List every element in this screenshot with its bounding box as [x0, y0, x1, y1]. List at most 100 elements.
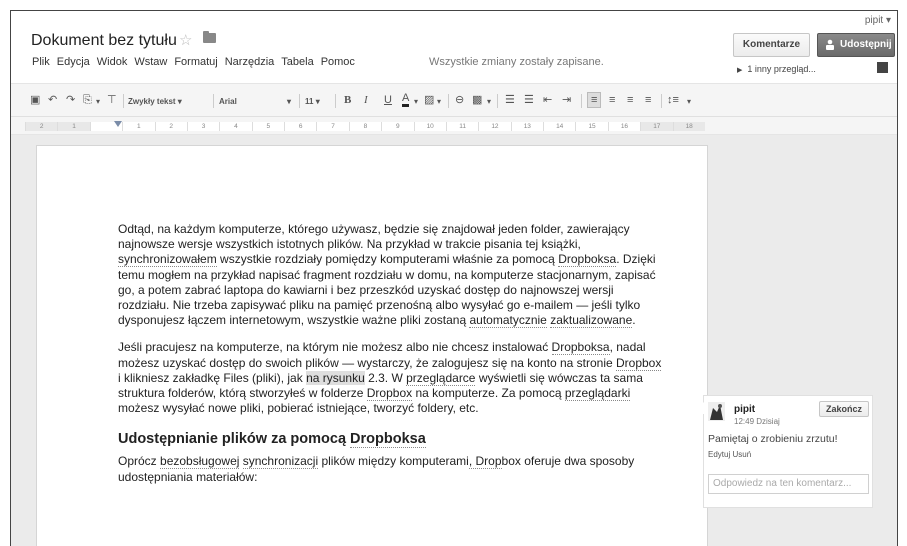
font-size-select[interactable]: 11 ▾: [305, 95, 320, 109]
chevron-down-icon[interactable]: ▾: [96, 95, 100, 109]
ruler-tick: 11: [445, 122, 479, 131]
text-run: możesz wysyłać nowe pliki, pobierać istn…: [118, 401, 479, 416]
chevron-down-icon[interactable]: ▾: [487, 95, 491, 109]
revisions-label: 1 inny przegląd...: [747, 64, 816, 74]
paragraph[interactable]: Odtąd, na każdym komputerze, którego uży…: [118, 222, 663, 329]
menu-format[interactable]: Formatuj: [174, 56, 217, 68]
text-run: Oprócz: [118, 454, 161, 469]
menu-tools[interactable]: Narzędzia: [225, 56, 275, 68]
comment-card[interactable]: pipit 12:49 Dzisiaj Zakończ Pamiętaj o z…: [692, 395, 873, 508]
image-icon[interactable]: ▩: [472, 93, 482, 107]
align-justify-icon[interactable]: ≡: [645, 93, 651, 107]
spellcheck-word[interactable]: Dropbox: [366, 386, 413, 402]
highlight-color-button[interactable]: ▨: [424, 93, 434, 107]
document-title[interactable]: Dokument bez tytułu: [31, 32, 177, 50]
ruler-tick: 16: [607, 122, 641, 131]
separator: [497, 94, 498, 108]
chevron-down-icon[interactable]: ▾: [287, 95, 291, 109]
ruler-tick: 2: [25, 122, 58, 131]
ruler-tick: 1: [57, 122, 90, 131]
decrease-indent-icon[interactable]: ⇤: [543, 93, 552, 107]
resolve-button[interactable]: Zakończ: [819, 401, 869, 417]
undo-icon[interactable]: ↶: [48, 93, 57, 107]
align-right-icon[interactable]: ≡: [627, 93, 633, 107]
comments-button[interactable]: Komentarze: [733, 33, 810, 57]
print-icon[interactable]: ▣: [30, 93, 40, 107]
line-spacing-icon[interactable]: ↕≡: [667, 93, 679, 107]
numbered-list-icon[interactable]: ☰: [505, 93, 515, 107]
paragraph[interactable]: Jeśli pracujesz na komputerze, na którym…: [118, 340, 663, 416]
menu-help[interactable]: Pomoc: [321, 56, 355, 68]
spellcheck-word[interactable]: Dropboksa: [350, 431, 426, 449]
spellcheck-word[interactable]: zaktualizowane: [550, 313, 633, 329]
align-center-icon[interactable]: ≡: [609, 93, 615, 107]
paragraph[interactable]: Oprócz bezobsługowej synchronizacji plik…: [118, 454, 663, 484]
separator: [661, 94, 662, 108]
font-select[interactable]: Arial: [219, 95, 237, 109]
section-heading[interactable]: Udostępnianie plików za pomocą Dropboksa: [118, 430, 663, 449]
spellcheck-word[interactable]: automatycznie: [469, 313, 547, 329]
folder-icon[interactable]: [203, 31, 216, 43]
spellcheck-word[interactable]: Dropboksa: [558, 252, 617, 268]
paint-format-icon[interactable]: ⊤: [107, 93, 117, 107]
commented-text-highlight[interactable]: na rysunku: [306, 370, 365, 385]
spellcheck-word[interactable]: synchronizacji: [242, 454, 319, 470]
style-select[interactable]: Zwykły tekst ▾: [128, 95, 182, 109]
text-run: Jeśli pracujesz na komputerze, na którym…: [118, 340, 552, 355]
italic-button[interactable]: I: [364, 93, 368, 107]
spellcheck-word[interactable]: bezobsługowej: [160, 454, 240, 470]
bulleted-list-icon[interactable]: ☰: [524, 93, 534, 107]
indent-marker[interactable]: [114, 121, 122, 127]
menu-table[interactable]: Tabela: [281, 56, 313, 68]
bold-button[interactable]: B: [344, 93, 351, 107]
revisions-link[interactable]: ▶ 1 inny przegląd...: [737, 64, 816, 74]
share-button[interactable]: Udostępnij: [817, 33, 895, 57]
spellcheck-word[interactable]: przeglądarki: [564, 386, 631, 402]
spellcheck-word[interactable]: , Drop: [468, 454, 502, 470]
link-icon[interactable]: ⊖: [455, 93, 464, 107]
chevron-down-icon[interactable]: ▾: [414, 95, 418, 109]
menu-insert[interactable]: Wstaw: [134, 56, 167, 68]
spellcheck-word[interactable]: Dropbox: [616, 355, 662, 371]
ruler-scale: 2 1 1 2 3 4 5 6 7 8 9 10 11 12 13 14 15 …: [25, 122, 705, 131]
ruler-tick: 12: [478, 122, 511, 131]
menu-edit[interactable]: Edycja: [57, 56, 90, 68]
menu-view[interactable]: Widok: [97, 56, 128, 68]
document-body[interactable]: Odtąd, na każdym komputerze, którego uży…: [118, 222, 663, 497]
document-page[interactable]: Odtąd, na każdym komputerze, którego uży…: [36, 145, 708, 546]
align-left-icon[interactable]: ≡: [587, 92, 602, 108]
underline-button[interactable]: U: [384, 93, 392, 107]
ruler-tick: 5: [251, 122, 284, 131]
comment-text: Pamiętaj o zrobieniu zrzutu!: [708, 433, 838, 445]
text-run: 2.3. W: [364, 370, 407, 385]
delete-link[interactable]: Usuń: [732, 450, 751, 459]
comment-author: pipit: [734, 404, 756, 415]
chevron-down-icon[interactable]: ▾: [687, 95, 691, 109]
toolbar: ▣ ↶ ↷ ⎘ ▾ ⊤ Zwykły tekst ▾ Arial ▾ 11 ▾ …: [11, 83, 897, 117]
edit-link[interactable]: Edytuj: [708, 450, 730, 459]
text-run: plików między komputerami: [318, 454, 469, 469]
menu-file[interactable]: Plik: [32, 56, 50, 68]
ruler: 2 1 1 2 3 4 5 6 7 8 9 10 11 12 13 14 15 …: [11, 117, 897, 135]
separator: [581, 94, 582, 108]
ruler-tick: 3: [186, 122, 220, 131]
increase-indent-icon[interactable]: ⇥: [562, 93, 571, 107]
text-color-button[interactable]: A: [402, 93, 410, 107]
ruler-tick: 9: [381, 122, 414, 131]
separator: [123, 94, 124, 108]
spellcheck-word[interactable]: Dropboksa: [551, 340, 610, 356]
paste-icon[interactable]: ⎘: [83, 93, 92, 107]
ruler-tick: 18: [672, 122, 705, 131]
font-size-value: 11: [305, 97, 314, 106]
chevron-down-icon[interactable]: ▾: [437, 95, 441, 109]
document-canvas[interactable]: Odtąd, na każdym komputerze, którego uży…: [11, 135, 897, 546]
share-label: Udostępnij: [840, 39, 892, 50]
star-icon[interactable]: ☆: [179, 31, 192, 49]
account-menu[interactable]: pipit ▾: [865, 15, 891, 26]
redo-icon[interactable]: ↷: [66, 93, 75, 107]
reply-input[interactable]: Odpowiedz na ten komentarz...: [708, 474, 869, 494]
spellcheck-word[interactable]: przeglądarce: [406, 370, 476, 386]
ruler-tick: 10: [413, 122, 446, 131]
ruler-tick: 8: [348, 122, 382, 131]
spellcheck-word[interactable]: synchronizowałem: [118, 252, 217, 268]
